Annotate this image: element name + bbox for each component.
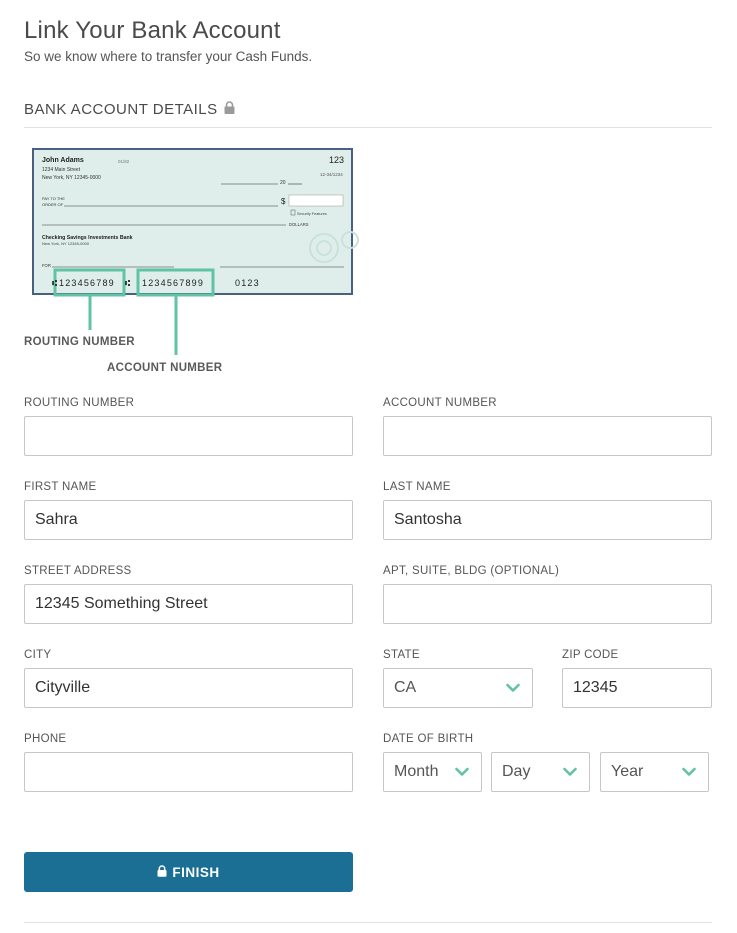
- check-pay-to-1: PAY TO THE: [42, 196, 65, 201]
- check-date-code: 01/82: [118, 159, 130, 164]
- check-owner-name: John Adams: [42, 157, 84, 164]
- account-number-callout: ACCOUNT NUMBER: [107, 362, 223, 374]
- dob-label: DATE OF BIRTH: [383, 733, 474, 745]
- account-number-input[interactable]: [383, 416, 712, 456]
- street-address-input[interactable]: [24, 584, 353, 624]
- state-select[interactable]: CA: [383, 668, 533, 708]
- apt-label: APT, SUITE, BLDG (OPTIONAL): [383, 565, 560, 577]
- first-name-input[interactable]: [24, 500, 353, 540]
- routing-number-input[interactable]: [24, 416, 353, 456]
- zip-label: ZIP CODE: [562, 649, 619, 661]
- page-subtitle: So we know where to transfer your Cash F…: [24, 49, 313, 64]
- chevron-down-icon: [455, 766, 471, 778]
- check-memo: FOR: [42, 263, 51, 268]
- lock-icon: [157, 864, 167, 880]
- check-security-features: Security Features: [297, 212, 327, 216]
- street-address-label: STREET ADDRESS: [24, 565, 132, 577]
- section-title: BANK ACCOUNT DETAILS: [24, 101, 218, 118]
- check-fraction: 12-34/1234: [320, 172, 343, 177]
- routing-number-callout: ROUTING NUMBER: [24, 336, 135, 348]
- dob-day-select[interactable]: Day: [491, 752, 590, 792]
- phone-input[interactable]: [24, 752, 353, 792]
- dob-year-select[interactable]: Year: [600, 752, 709, 792]
- last-name-label: LAST NAME: [383, 481, 451, 493]
- first-name-label: FIRST NAME: [24, 481, 97, 493]
- check-check-digits: 0123: [235, 278, 260, 288]
- check-routing-digits: 123456789: [59, 278, 115, 288]
- chevron-down-icon: [506, 682, 522, 694]
- check-number: 123: [329, 155, 344, 165]
- dob-year-value: Year: [611, 763, 644, 780]
- account-number-label: ACCOUNT NUMBER: [383, 397, 497, 409]
- check-dollars: DOLLARS: [289, 222, 309, 227]
- dob-month-value: Month: [394, 763, 439, 780]
- check-account-digits: 1234567899: [142, 278, 204, 288]
- lock-icon: [224, 101, 235, 118]
- section-header: BANK ACCOUNT DETAILS: [24, 101, 235, 118]
- check-address-2: New York, NY 12345-0000: [42, 175, 101, 181]
- finish-button[interactable]: FINISH: [24, 852, 353, 892]
- check-pay-to-2: ORDER OF: [42, 202, 64, 207]
- dob-day-value: Day: [502, 763, 531, 780]
- city-label: CITY: [24, 649, 52, 661]
- section-divider: [24, 127, 712, 128]
- phone-label: PHONE: [24, 733, 67, 745]
- state-label: STATE: [383, 649, 420, 661]
- check-illustration: John Adams 1234 Main Street New York, NY…: [24, 148, 364, 378]
- check-address-1: 1234 Main Street: [42, 167, 81, 173]
- dob-month-select[interactable]: Month: [383, 752, 482, 792]
- check-dollar-sign: $: [281, 197, 286, 206]
- zip-input[interactable]: [562, 668, 712, 708]
- apt-input[interactable]: [383, 584, 712, 624]
- chevron-down-icon: [682, 766, 698, 778]
- state-select-value: CA: [394, 679, 417, 696]
- page-title: Link Your Bank Account: [24, 17, 281, 44]
- last-name-input[interactable]: [383, 500, 712, 540]
- check-micr-start: ⑆: [52, 278, 58, 288]
- check-bank-address: New York, NY 12345-0000: [42, 241, 90, 246]
- bottom-divider: [24, 922, 712, 923]
- check-date-prefix: 20: [280, 180, 286, 186]
- city-input[interactable]: [24, 668, 353, 708]
- check-micr-mid: ⑆: [125, 278, 131, 288]
- chevron-down-icon: [563, 766, 579, 778]
- finish-button-label: FINISH: [172, 864, 220, 880]
- routing-number-label: ROUTING NUMBER: [24, 397, 135, 409]
